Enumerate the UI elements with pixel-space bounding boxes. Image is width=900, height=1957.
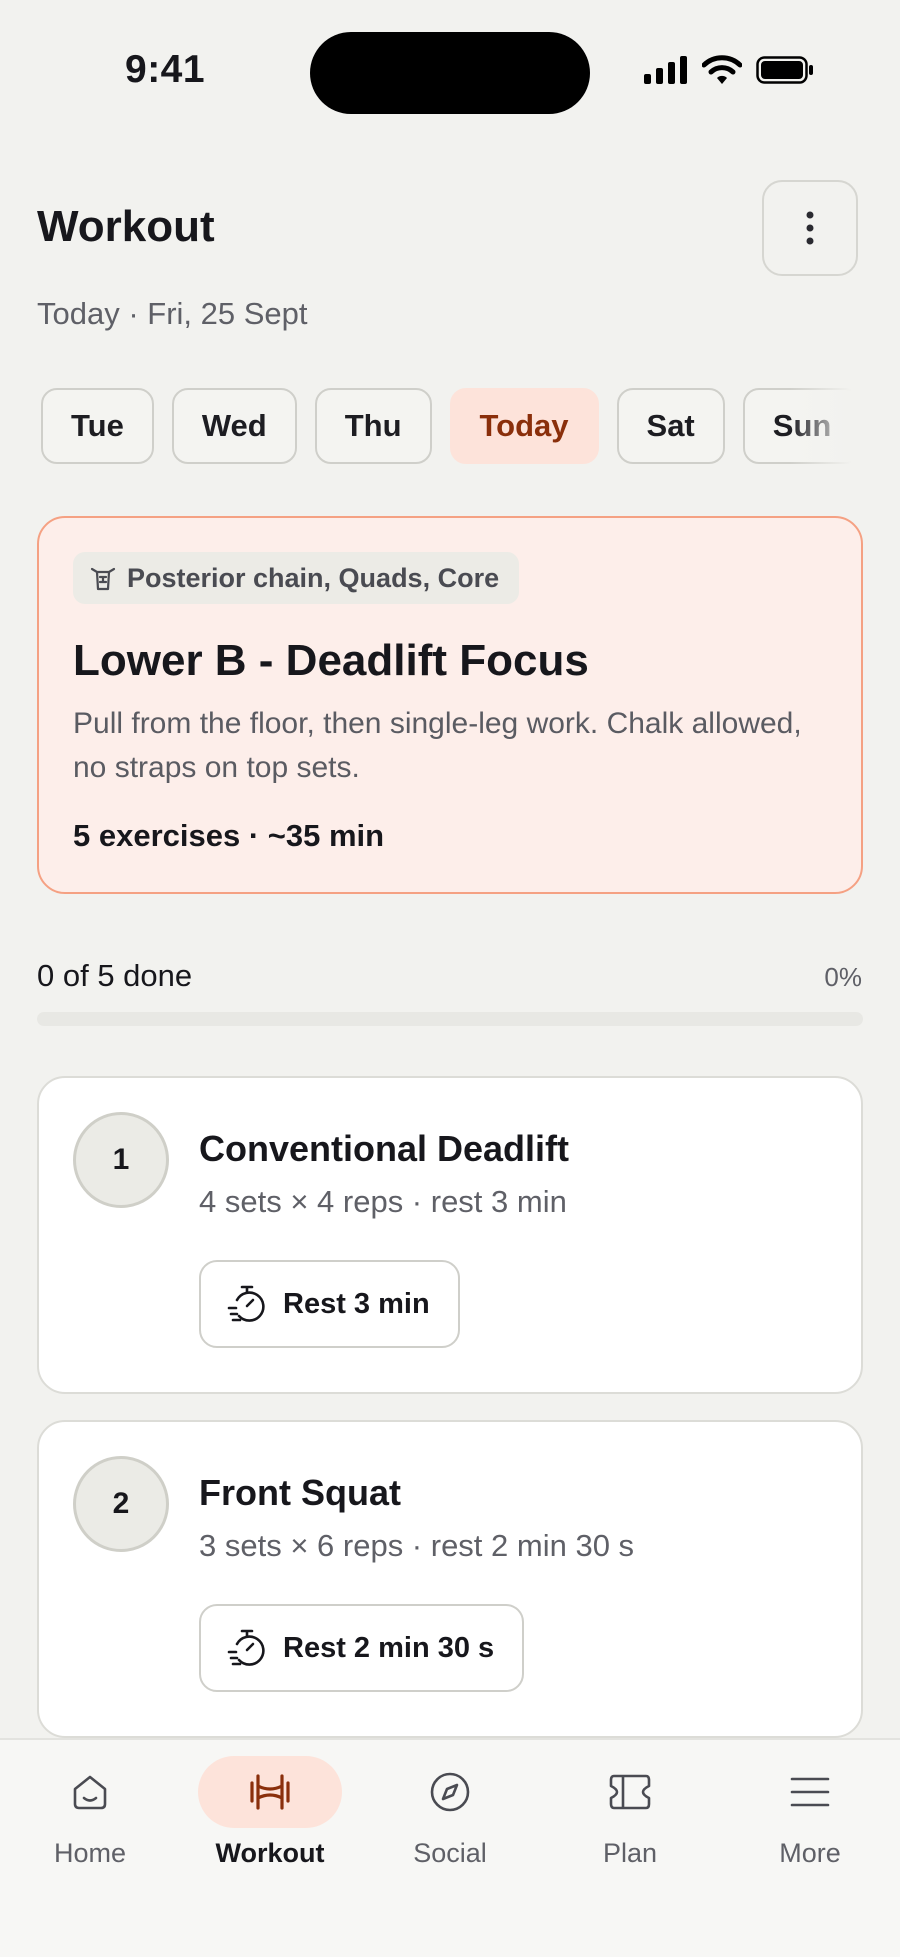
tab-home-icon-wrap bbox=[18, 1756, 162, 1828]
status-icons bbox=[644, 55, 814, 85]
tab-label: More bbox=[779, 1838, 841, 1868]
compass-icon bbox=[430, 1772, 470, 1812]
dynamic-island bbox=[310, 32, 590, 114]
exercise-number: 1 bbox=[73, 1112, 169, 1208]
muscle-group-tag: Posterior chain, Quads, Core bbox=[73, 552, 520, 604]
workout-description: Pull from the floor, then single-leg wor… bbox=[73, 707, 802, 784]
tab-social[interactable]: Social bbox=[370, 1756, 530, 1869]
tab-more[interactable]: More bbox=[730, 1756, 890, 1869]
workout-summary-card[interactable]: Posterior chain, Quads, Core Lower B - D… bbox=[37, 516, 863, 894]
battery-icon bbox=[756, 56, 813, 84]
exercise-name: Front Squat bbox=[199, 1472, 401, 1513]
muscle-icon bbox=[90, 567, 116, 591]
rest-timer-button[interactable]: Rest 2 min 30 s bbox=[199, 1604, 525, 1692]
exercise-number: 2 bbox=[73, 1456, 169, 1552]
day-pill-sat[interactable]: Sat bbox=[616, 388, 725, 464]
tab-label: Social bbox=[413, 1838, 487, 1868]
rest-timer-button[interactable]: Rest 3 min bbox=[199, 1260, 460, 1348]
page-title: Workout bbox=[37, 202, 215, 251]
page-subtitle: Today · Fri, 25 Sept bbox=[37, 296, 308, 331]
day-pill-sun[interactable]: Sun bbox=[742, 388, 851, 464]
day-selector: Tue Wed Thu Today Sat Sun bbox=[41, 388, 851, 464]
workout-title: Lower B - Deadlift Focus bbox=[73, 636, 589, 685]
exercise-name: Conventional Deadlift bbox=[199, 1128, 570, 1169]
day-pill-today[interactable]: Today bbox=[449, 388, 599, 464]
tab-home[interactable]: Home bbox=[10, 1756, 170, 1869]
more-options-button[interactable] bbox=[762, 180, 858, 276]
tab-workout[interactable]: Workout bbox=[190, 1756, 350, 1869]
menu-icon bbox=[790, 1777, 830, 1807]
tab-plan[interactable]: Plan bbox=[550, 1756, 710, 1869]
tab-label: Workout bbox=[215, 1838, 325, 1868]
home-icon bbox=[73, 1775, 107, 1810]
tab-more-icon-wrap bbox=[738, 1756, 882, 1828]
progress-percent: 0% bbox=[824, 962, 862, 992]
exercise-card[interactable]: 2 Front Squat 3 sets × 6 reps · rest 2 m… bbox=[37, 1420, 863, 1738]
exercise-detail: 4 sets × 4 reps · rest 3 min bbox=[199, 1184, 567, 1219]
exercise-detail: 3 sets × 6 reps · rest 2 min 30 s bbox=[199, 1528, 635, 1563]
tab-label: Home bbox=[53, 1838, 127, 1868]
dumbbell-icon bbox=[250, 1774, 290, 1810]
stopwatch-icon bbox=[227, 1285, 265, 1322]
day-pill-tue[interactable]: Tue bbox=[41, 388, 154, 464]
stopwatch-icon bbox=[227, 1629, 265, 1666]
tab-label: Plan bbox=[602, 1838, 658, 1868]
tab-social-icon-wrap bbox=[378, 1756, 522, 1828]
exercise-card[interactable]: 1 Conventional Deadlift 4 sets × 4 reps … bbox=[37, 1076, 863, 1394]
status-time: 9:41 bbox=[125, 48, 206, 91]
vertical-dots-icon bbox=[806, 211, 814, 245]
day-pill-wed[interactable]: Wed bbox=[171, 388, 297, 464]
progress-bar bbox=[37, 1012, 863, 1026]
rest-timer-label: Rest 3 min bbox=[283, 1287, 430, 1320]
tab-plan-icon-wrap bbox=[558, 1756, 702, 1828]
cellular-signal-icon bbox=[644, 56, 687, 84]
day-pill-thu[interactable]: Thu bbox=[314, 388, 432, 464]
muscle-group-label: Posterior chain, Quads, Core bbox=[127, 562, 500, 593]
bottom-tab-bar: Home Workout Social Plan More bbox=[0, 1738, 900, 1957]
rest-timer-label: Rest 2 min 30 s bbox=[283, 1631, 495, 1664]
wifi-icon bbox=[702, 55, 742, 84]
tab-workout-icon-wrap bbox=[198, 1756, 342, 1828]
workout-meta: 5 exercises · ~35 min bbox=[73, 818, 385, 853]
plan-icon bbox=[609, 1774, 651, 1810]
progress-label: 0 of 5 done bbox=[37, 958, 193, 993]
